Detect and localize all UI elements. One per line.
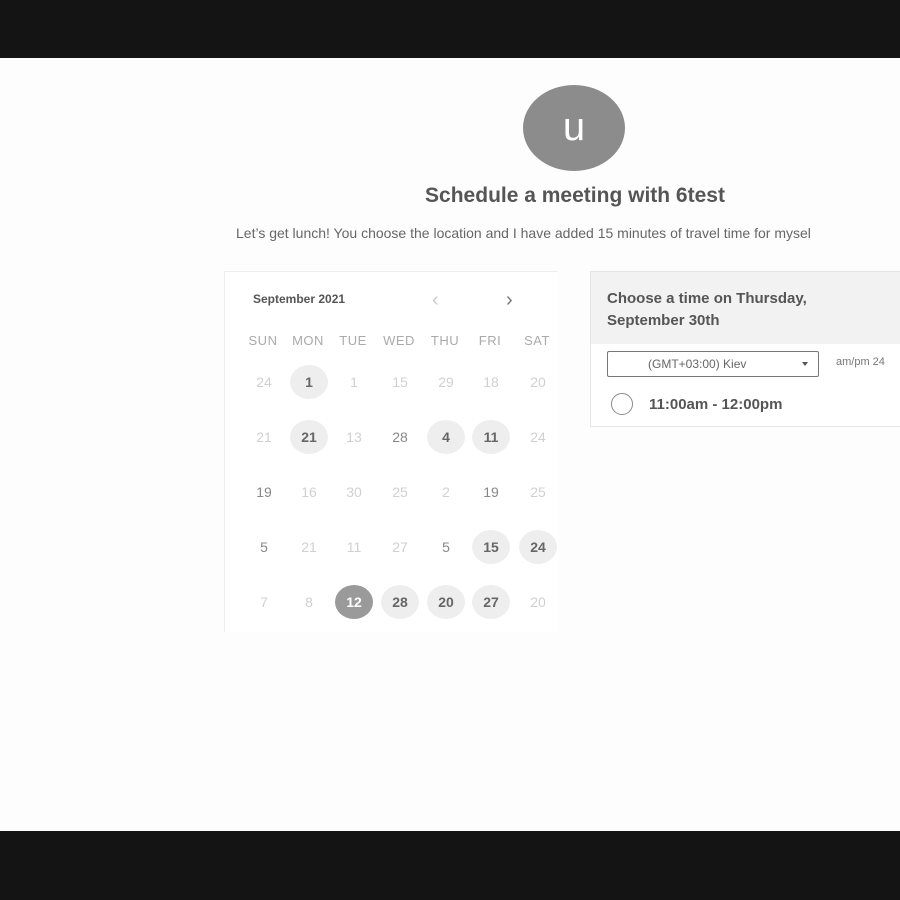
avatar-letter: u [562,105,586,149]
scheduling-page: u Schedule a meeting with 6test Let’s ge… [0,58,900,831]
timezone-select[interactable]: (GMT+03:00) Kiev [607,351,819,377]
calendar-day: 19 [256,484,272,500]
calendar-day: 24 [256,374,272,390]
weekday-label: FRI [478,333,502,348]
calendar-day[interactable]: 21 [290,420,328,454]
weekday-label: MON [292,333,324,348]
calendar-day: 19 [483,484,499,500]
calendar-day[interactable]: 20 [427,585,465,619]
calendar-day: 29 [438,374,454,390]
calendar-day: 25 [392,484,408,500]
avatar: u [523,85,625,171]
calendar-day[interactable]: 15 [472,530,510,564]
calendar-day[interactable]: 27 [472,585,510,619]
calendar-day: 15 [392,374,408,390]
weekday-label: WED [383,333,415,348]
calendar-day: 24 [530,429,546,445]
calendar-day: 18 [483,374,499,390]
calendar-day: 1 [350,374,358,390]
calendar-day: 21 [256,429,272,445]
time-panel-heading: Choose a time on Thursday, September 30t… [591,272,900,344]
calendar-day-selected[interactable]: 12 [335,585,373,619]
calendar-day: 2 [442,484,450,500]
time-slot-label: 11:00am - 12:00pm [649,395,783,413]
time-panel-heading-line1: Choose a time on Thursday, [607,290,807,307]
time-slot-option[interactable]: 11:00am - 12:00pm [611,393,782,415]
caret-down-icon [802,362,808,366]
calendar-day[interactable]: 24 [519,530,557,564]
time-format-toggle[interactable]: am/pm 24 [836,356,885,368]
calendar-day: 20 [530,374,546,390]
month-label: September 2021 [253,292,346,306]
time-selection-panel: Choose a time on Thursday, September 30t… [590,271,900,427]
weekday-label: SUN [248,333,278,348]
calendar-day: 8 [305,594,313,610]
date-picker-calendar: September 2021 ‹ › SUN MON TUE WED THU FRI SAT… [224,271,558,632]
calendar-day: 21 [301,539,317,555]
chevron-right-icon[interactable]: › [506,290,513,310]
timezone-value: (GMT+03:00) Kiev [648,357,747,371]
weekday-label: SAT [524,333,550,348]
page-title: Schedule a meeting with 6test [425,184,725,207]
calendar-day: 11 [346,539,362,555]
calendar-day[interactable]: 28 [381,585,419,619]
calendar-day[interactable]: 4 [427,420,465,454]
meeting-description: Let’s get lunch! You choose the location… [236,225,811,241]
calendar-day: 5 [260,539,268,555]
weekday-label: TUE [339,333,367,348]
calendar-day[interactable]: 1 [290,365,328,399]
calendar-day: 16 [301,484,317,500]
calendar-day[interactable]: 11 [472,420,510,454]
calendar-day: 13 [346,429,362,445]
calendar-day: 20 [530,594,546,610]
weekday-label: THU [430,333,460,348]
calendar-day: 27 [392,539,408,555]
calendar-day: 28 [392,429,408,445]
chevron-left-icon[interactable]: ‹ [432,290,439,310]
time-panel-heading-line2: September 30th [607,312,720,329]
calendar-day: 30 [346,484,362,500]
calendar-day: 25 [530,484,546,500]
radio-button[interactable] [611,393,633,415]
calendar-day: 5 [442,539,450,555]
calendar-day: 7 [260,594,268,610]
